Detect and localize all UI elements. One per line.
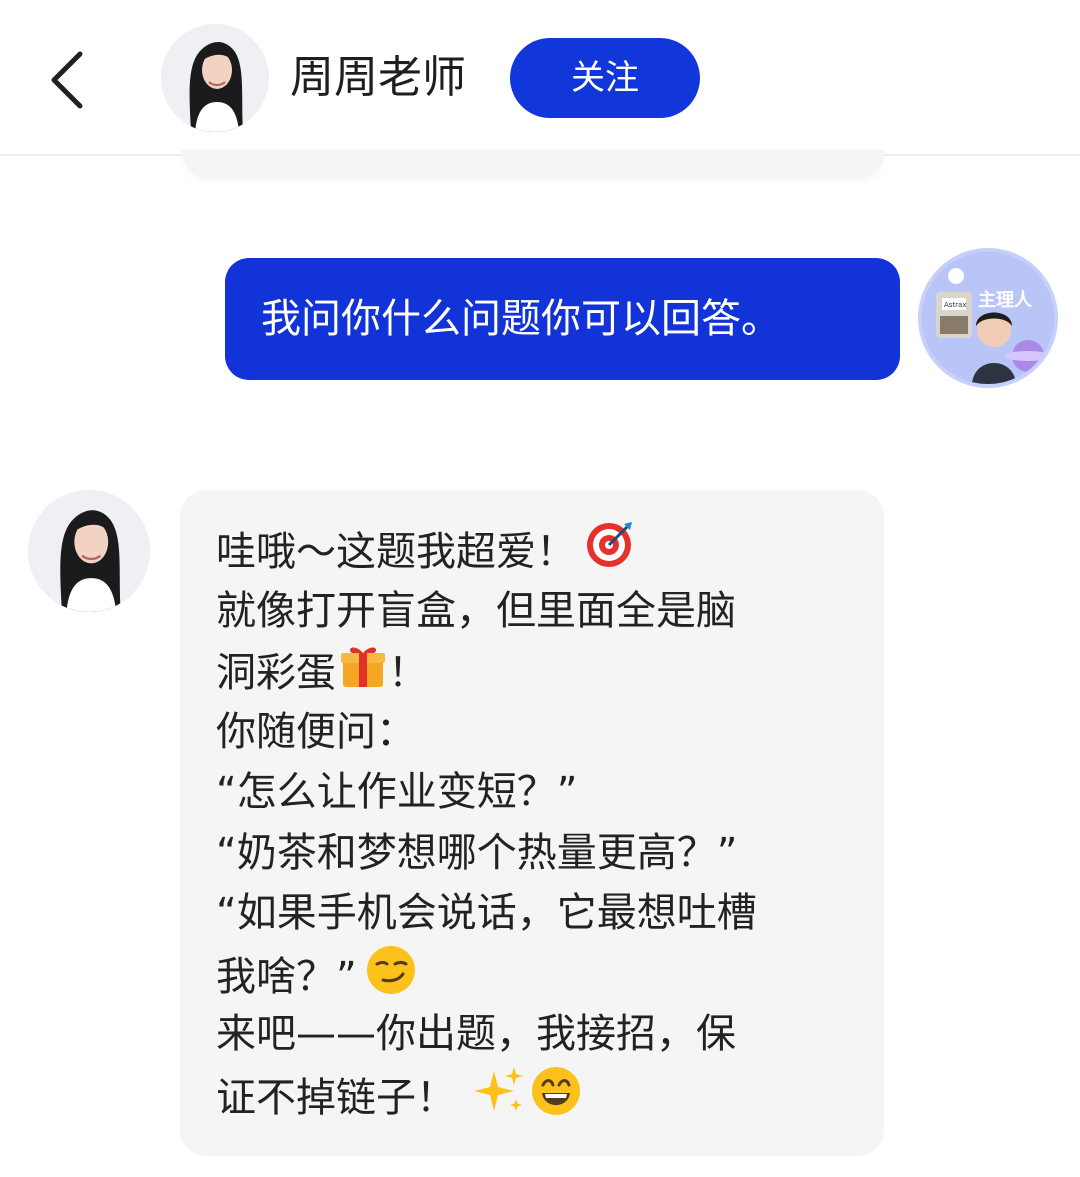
sparkles-emoji (474, 1065, 526, 1135)
message-line: 你随便问： (216, 708, 416, 755)
contact-name: 周周老师 (290, 52, 466, 103)
gift-emoji (338, 641, 388, 709)
message-line: 哇哦～这题我超爱！ (216, 520, 844, 581)
message-line: 洞彩蛋 ！ (216, 641, 844, 702)
message-line: “怎么让作业变短？” (216, 769, 578, 815)
teacher-message-bubble[interactable]: 哇哦～这题我超爱！ 就像打开盲盒，但里面全是脑 洞彩蛋 ！ 你随便问： “怎么让… (180, 490, 884, 1156)
chevron-left-icon (51, 51, 83, 109)
message-line: 就像打开盲盒，但里面全是脑 (216, 587, 736, 634)
grin-emoji (530, 1065, 582, 1135)
previous-message-bubble (182, 150, 884, 178)
smirk-emoji (365, 944, 417, 1014)
back-button[interactable] (40, 40, 100, 120)
teacher-avatar[interactable] (28, 490, 150, 612)
message-line: 我啥？” (216, 944, 844, 1005)
chat-header: 周周老师 关注 (0, 0, 1080, 156)
message-line: 来吧——你出题，我接招，保 (216, 1011, 736, 1057)
message-line: 证不掉链子！ (216, 1065, 844, 1126)
follow-button[interactable]: 关注 (510, 38, 700, 118)
user-avatar[interactable]: Astrax 主理人 (918, 248, 1058, 388)
teacher-portrait-icon (161, 24, 269, 132)
user-avatar-label: 主理人 (978, 289, 1033, 311)
user-avatar-art-icon: Astrax 主理人 (922, 252, 1054, 384)
user-message-bubble[interactable]: 我问你什么问题你可以回答。 (225, 258, 900, 380)
target-emoji (584, 520, 634, 588)
message-line: “奶茶和梦想哪个热量更高？” (216, 829, 738, 876)
message-line: “如果手机会说话，它最想吐槽 (216, 890, 757, 936)
header-avatar[interactable] (161, 24, 269, 132)
user-avatar-brand: Astrax (944, 301, 967, 309)
teacher-portrait-icon (28, 490, 150, 612)
